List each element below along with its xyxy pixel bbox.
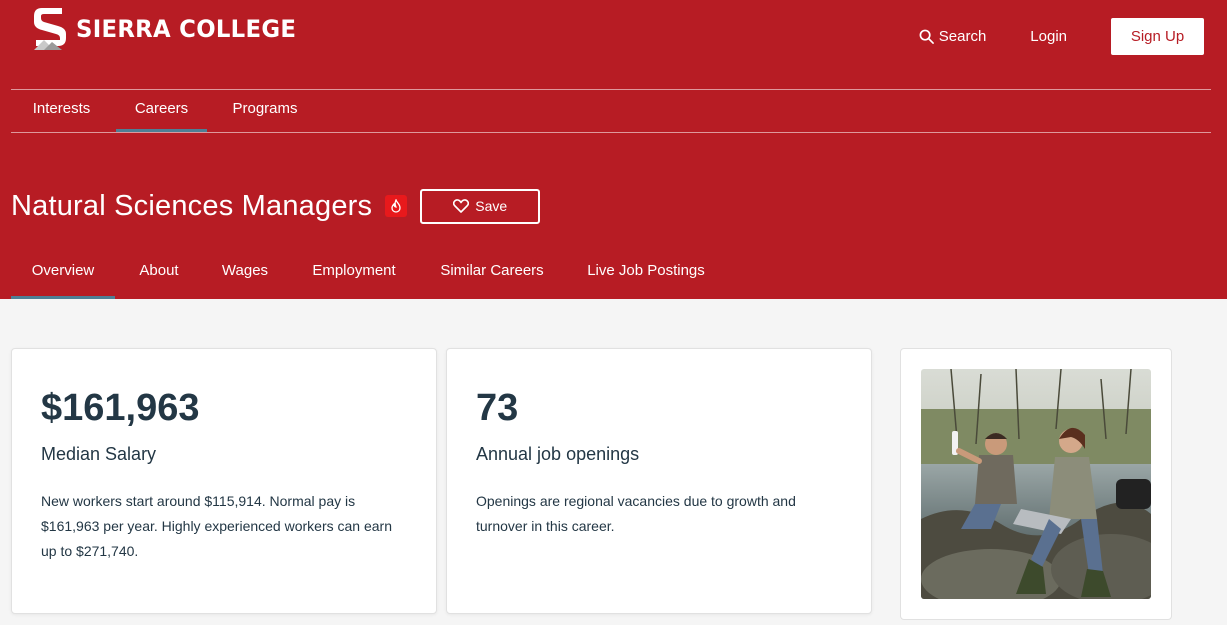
median-salary-label: Median Salary bbox=[41, 444, 157, 464]
login-link[interactable]: Login bbox=[1030, 28, 1067, 45]
career-sub-nav: Overview About Wages Employment Similar … bbox=[11, 250, 1211, 299]
top-actions: Search Login Sign Up bbox=[919, 18, 1204, 55]
site-header: SIERRA COLLEGE Search Login Sign Up Inte… bbox=[0, 0, 1227, 299]
career-title-row: Natural Sciences Managers Save bbox=[11, 188, 541, 224]
sign-up-button[interactable]: Sign Up bbox=[1111, 18, 1204, 55]
main-nav: Interests Careers Programs bbox=[11, 89, 1211, 133]
job-openings-label: Annual job openings bbox=[476, 444, 640, 464]
save-label: Save bbox=[475, 198, 508, 214]
career-photo-card bbox=[900, 348, 1172, 620]
search-icon bbox=[919, 29, 934, 44]
save-button[interactable]: Save bbox=[420, 188, 541, 224]
heart-icon bbox=[453, 199, 470, 213]
tab-wages[interactable]: Wages bbox=[207, 250, 283, 299]
scientists-field-photo bbox=[921, 369, 1151, 599]
main-nav-programs[interactable]: Programs bbox=[225, 90, 305, 132]
tab-employment[interactable]: Employment bbox=[299, 250, 409, 299]
salary-description: New workers start around $115,914. Norma… bbox=[41, 493, 392, 559]
tab-overview[interactable]: Overview bbox=[11, 250, 115, 299]
openings-description: Openings are regional vacancies due to g… bbox=[476, 493, 796, 534]
search-label: Search bbox=[938, 28, 987, 45]
job-openings-value: 73 bbox=[476, 387, 519, 429]
page-title: Natural Sciences Managers bbox=[11, 189, 373, 222]
tab-about[interactable]: About bbox=[127, 250, 191, 299]
sierra-college-logo[interactable]: SIERRA COLLEGE bbox=[32, 6, 308, 52]
search-link[interactable]: Search bbox=[919, 28, 987, 45]
brand-name: SIERRA COLLEGE bbox=[76, 15, 297, 43]
tab-similar-careers[interactable]: Similar Careers bbox=[425, 250, 559, 299]
fire-icon bbox=[391, 199, 401, 213]
tab-live-job-postings[interactable]: Live Job Postings bbox=[573, 250, 719, 299]
median-salary-value: $161,963 bbox=[41, 387, 200, 429]
hot-career-badge bbox=[385, 195, 408, 217]
main-nav-interests[interactable]: Interests bbox=[22, 90, 101, 132]
job-openings-card: 73 Annual job openings Openings are regi… bbox=[446, 348, 872, 614]
main-nav-careers[interactable]: Careers bbox=[116, 90, 207, 132]
logo-mark-icon bbox=[32, 6, 68, 52]
median-salary-card: $161,963 Median Salary New workers start… bbox=[11, 348, 437, 614]
